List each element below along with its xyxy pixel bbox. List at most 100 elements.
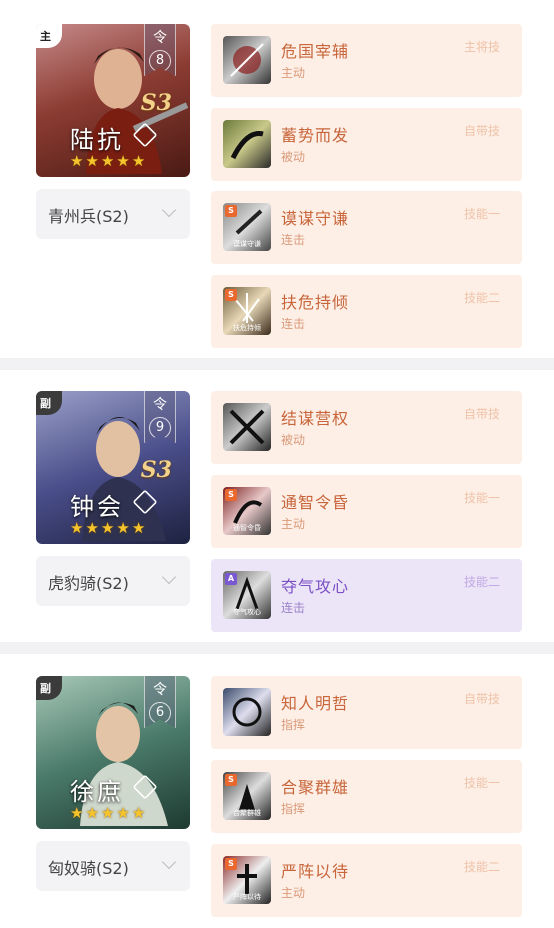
skill-type: 主动 <box>281 517 306 531</box>
star-icon: ★ <box>100 804 115 822</box>
skill-type: 指挥 <box>281 718 306 732</box>
skill-icon: A 夺气攻心 <box>223 571 271 619</box>
skill-icon <box>223 120 271 168</box>
command-label: 令 <box>153 682 167 698</box>
skill-name: 合聚群雄 <box>281 778 350 797</box>
star-icon: ★ <box>116 804 130 822</box>
skill-slot: 主将技 <box>463 40 500 54</box>
skill-calligraphy: 合聚群雄 <box>233 809 261 817</box>
season-label: S3 <box>140 90 172 116</box>
skill-card[interactable]: 结谋营权 被动 自带技 <box>211 391 522 464</box>
skill-card[interactable]: S 扶危持倾 扶危持倾 连击 技能二 <box>211 275 522 348</box>
star-icon: ★ <box>85 152 99 170</box>
general-card[interactable]: 副 令9 S3 钟会 ★ ★ ★ ★ ★ <box>36 391 190 544</box>
skill-type: 连击 <box>281 317 306 331</box>
skill-slot: 自带技 <box>463 692 500 706</box>
skill-calligraphy: 严阵以待 <box>233 893 261 901</box>
grade-badge: S <box>225 858 237 870</box>
general-panel-1: 主 令8 S3 陆抗 ★ ★ ★ ★ ★ 青州兵(S2) 危国宰辅 主动 主将技 蓄势而… <box>0 0 554 358</box>
troop-label: 青州兵(S2) <box>48 207 129 226</box>
star-icon: ★ <box>85 519 99 537</box>
star-icon: ★ <box>116 152 130 170</box>
skill-card[interactable]: 危国宰辅 主动 主将技 <box>211 24 522 97</box>
star-icon: ★ <box>131 519 146 537</box>
skill-type: 主动 <box>281 66 306 80</box>
general-name: 钟会 <box>70 493 124 521</box>
skill-card[interactable]: 蓄势而发 被动 自带技 <box>211 108 522 181</box>
skill-icon <box>223 36 271 84</box>
skill-card[interactable]: S 合聚群雄 合聚群雄 指挥 技能一 <box>211 760 522 833</box>
star-icon: ★ <box>85 804 99 822</box>
chevron-down-icon <box>161 569 177 585</box>
skill-type: 指挥 <box>281 802 306 816</box>
skill-name: 通智令昏 <box>281 493 350 512</box>
general-card[interactable]: 副 令6 徐庶 ★ ★ ★ ★ ★ <box>36 676 190 829</box>
troop-select[interactable]: 虎豹骑(S2) <box>36 556 190 606</box>
troop-label: 匈奴骑(S2) <box>48 859 129 878</box>
star-rating: ★ ★ ★ ★ ★ <box>70 152 145 170</box>
skill-card[interactable]: S 通智令昏 通智令昏 主动 技能一 <box>211 475 522 548</box>
skill-calligraphy: 通智令昏 <box>233 524 261 532</box>
troop-select[interactable]: 匈奴骑(S2) <box>36 841 190 891</box>
skill-icon <box>223 688 271 736</box>
skill-name: 知人明哲 <box>281 694 350 713</box>
grade-badge: S <box>225 289 237 301</box>
skill-type: 主动 <box>281 886 306 900</box>
skill-card[interactable]: 知人明哲 指挥 自带技 <box>211 676 522 749</box>
skill-slot: 技能二 <box>463 291 500 305</box>
skill-icon <box>223 403 271 451</box>
skill-icon: S 通智令昏 <box>223 487 271 535</box>
star-icon: ★ <box>70 152 84 170</box>
troop-select[interactable]: 青州兵(S2) <box>36 189 190 239</box>
skill-icon: S 扶危持倾 <box>223 287 271 335</box>
skill-name: 夺气攻心 <box>281 577 350 596</box>
skill-slot: 自带技 <box>463 407 500 421</box>
grade-badge: S <box>225 205 237 217</box>
skill-name: 结谋营权 <box>281 409 350 428</box>
grade-badge: A <box>225 573 237 585</box>
skill-slot: 技能一 <box>463 776 500 790</box>
skill-slot: 技能二 <box>463 860 500 874</box>
chevron-down-icon <box>161 202 177 218</box>
chevron-down-icon <box>161 854 177 870</box>
skill-icon: S 合聚群雄 <box>223 772 271 820</box>
skill-card[interactable]: A 夺气攻心 夺气攻心 连击 技能二 <box>211 559 522 632</box>
star-icon: ★ <box>131 804 146 822</box>
skill-card[interactable]: S 严阵以待 严阵以待 主动 技能二 <box>211 844 522 917</box>
star-icon: ★ <box>70 804 84 822</box>
skill-type: 被动 <box>281 433 306 447</box>
skill-type: 连击 <box>281 233 306 247</box>
star-icon: ★ <box>116 519 130 537</box>
command-label: 令 <box>153 397 167 413</box>
skill-type: 被动 <box>281 150 306 164</box>
general-panel-3: 副 令6 徐庶 ★ ★ ★ ★ ★ 匈奴骑(S2) 知人明哲 指挥 自带技 S 合聚群雄 … <box>0 654 554 928</box>
skill-name: 严阵以待 <box>281 862 350 881</box>
skill-calligraphy: 夺气攻心 <box>233 608 261 616</box>
star-rating: ★ ★ ★ ★ ★ <box>70 804 145 822</box>
command-label: 令 <box>153 30 167 46</box>
skill-icon: S 谟谋守谦 <box>223 203 271 251</box>
general-panel-2: 副 令9 S3 钟会 ★ ★ ★ ★ ★ 虎豹骑(S2) 结谋营权 被动 自带技 S 通智… <box>0 370 554 642</box>
star-icon: ★ <box>100 152 115 170</box>
season-label: S3 <box>140 457 172 483</box>
star-icon: ★ <box>131 152 146 170</box>
star-rating: ★ ★ ★ ★ ★ <box>70 519 145 537</box>
star-icon: ★ <box>70 519 84 537</box>
skill-card[interactable]: S 谟谋守谦 谟谋守谦 连击 技能一 <box>211 191 522 264</box>
skill-calligraphy: 谟谋守谦 <box>233 240 261 248</box>
skill-name: 谟谋守谦 <box>281 209 350 228</box>
general-name: 陆抗 <box>70 126 124 154</box>
skill-slot: 技能一 <box>463 207 500 221</box>
skill-slot: 技能一 <box>463 491 500 505</box>
grade-badge: S <box>225 774 237 786</box>
skill-slot: 自带技 <box>463 124 500 138</box>
troop-label: 虎豹骑(S2) <box>48 574 129 593</box>
skill-calligraphy: 扶危持倾 <box>233 324 261 332</box>
skill-name: 蓄势而发 <box>281 126 350 145</box>
star-icon: ★ <box>100 519 115 537</box>
grade-badge: S <box>225 489 237 501</box>
general-name: 徐庶 <box>70 778 124 806</box>
general-card[interactable]: 主 令8 S3 陆抗 ★ ★ ★ ★ ★ <box>36 24 190 177</box>
skill-icon: S 严阵以待 <box>223 856 271 904</box>
skill-name: 扶危持倾 <box>281 293 350 312</box>
